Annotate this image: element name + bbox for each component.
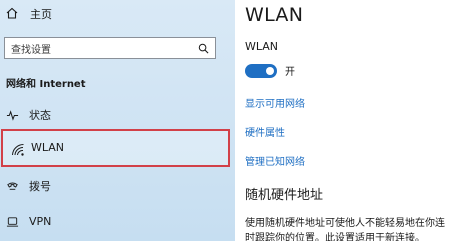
hardware-properties-link[interactable]: 硬件属性 xyxy=(245,124,285,139)
home-icon xyxy=(6,7,18,22)
wifi-icon xyxy=(11,142,25,156)
toggle-state-text: 开 xyxy=(285,67,295,78)
search-icon xyxy=(198,39,209,58)
description-line: 时跟踪你的位置。此设置适用于新连接。 xyxy=(245,233,425,241)
sidebar-item-status[interactable]: 状态 xyxy=(0,104,232,126)
vpn-icon xyxy=(5,214,19,228)
search-input[interactable]: 查找设置 xyxy=(4,37,216,59)
home-nav[interactable]: 主页 xyxy=(6,5,52,23)
sidebar-item-wlan[interactable]: WLAN xyxy=(1,129,230,167)
search-placeholder: 查找设置 xyxy=(11,44,51,56)
sidebar-item-label: 拨号 xyxy=(29,180,51,193)
sidebar: 主页 查找设置 网络和 Internet 状态 WLAN 拨号 VPN xyxy=(0,0,235,241)
section-title: 网络和 Internet xyxy=(6,79,86,90)
random-hardware-address-description: 使用随机硬件地址可使他人不能轻易地在你连 时跟踪你的位置。此设置适用于新连接。 xyxy=(245,216,465,241)
sidebar-item-label: VPN xyxy=(29,214,52,228)
status-icon xyxy=(5,108,19,122)
main-content: WLAN WLAN 开 显示可用网络 硬件属性 管理已知网络 随机硬件地址 使用… xyxy=(235,0,465,241)
wlan-toggle-label: WLAN xyxy=(245,40,279,53)
show-available-networks-link[interactable]: 显示可用网络 xyxy=(245,95,305,110)
wlan-toggle[interactable] xyxy=(245,64,277,78)
sidebar-item-label: 状态 xyxy=(29,109,51,122)
page-title: WLAN xyxy=(245,4,304,26)
description-line: 使用随机硬件地址可使他人不能轻易地在你连 xyxy=(245,218,445,229)
sidebar-item-vpn[interactable]: VPN xyxy=(0,210,232,232)
sidebar-item-dialup[interactable]: 拨号 xyxy=(0,175,232,197)
home-label: 主页 xyxy=(30,8,52,21)
manage-known-networks-link[interactable]: 管理已知网络 xyxy=(245,153,305,168)
random-hardware-address-heading: 随机硬件地址 xyxy=(245,188,324,203)
dial-up-icon xyxy=(5,179,19,193)
toggle-knob xyxy=(266,67,274,75)
sidebar-item-label: WLAN xyxy=(31,141,65,154)
